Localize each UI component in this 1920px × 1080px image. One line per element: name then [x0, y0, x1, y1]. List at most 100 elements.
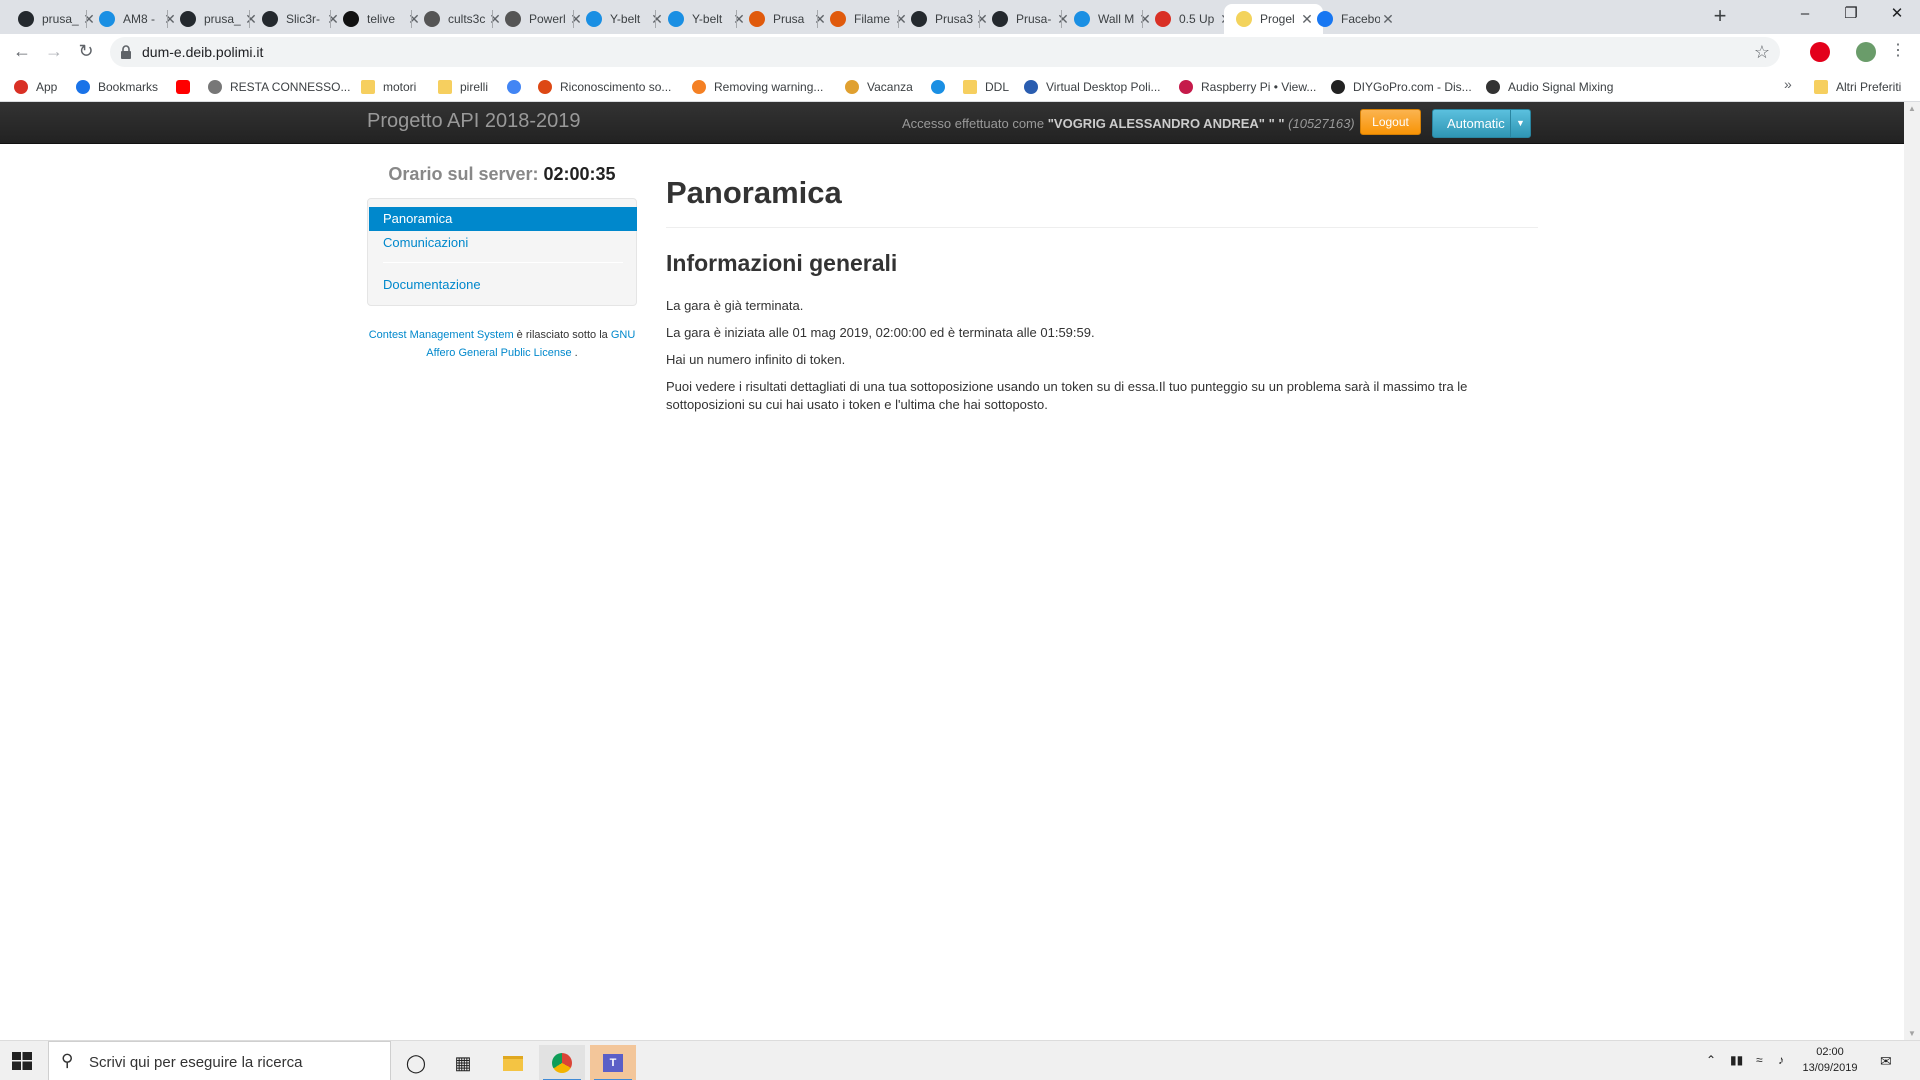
scroll-down-icon[interactable]: ▼: [1908, 1029, 1916, 1038]
tab-separator: [249, 10, 250, 28]
reload-icon[interactable]: ↻: [74, 40, 98, 64]
bookmark-label: App: [36, 80, 58, 94]
prusa-icon: [749, 11, 765, 27]
url-text: dum-e.deib.polimi.it: [142, 44, 264, 60]
folder-icon: [1814, 80, 1828, 94]
close-tab-icon[interactable]: ✕: [1380, 11, 1396, 28]
bookmark-item[interactable]: Audio Signal Mixing: [1486, 78, 1613, 96]
raspberry-icon: [1179, 80, 1193, 94]
bookmark-label: Vacanza: [867, 80, 913, 94]
bookmark-item[interactable]: Bookmarks: [76, 78, 158, 96]
github-icon: [180, 11, 196, 27]
github-icon: [911, 11, 927, 27]
bookmark-item[interactable]: Riconoscimento so...: [538, 78, 671, 96]
tab-title: 0.5 Up: [1179, 12, 1215, 26]
chrome-taskbar-icon[interactable]: [539, 1045, 585, 1080]
back-arrow-icon[interactable]: ←: [10, 40, 34, 64]
cms-brand[interactable]: Progetto API 2018-2019: [367, 110, 581, 133]
battery-icon[interactable]: ▮▮: [1730, 1053, 1743, 1067]
login-info: Accesso effettuato come "VOGRIG ALESSAND…: [902, 116, 1355, 131]
tab-title: Filame: [854, 12, 891, 26]
tab-title: Powerl: [529, 12, 566, 26]
file-explorer-icon[interactable]: [490, 1045, 536, 1080]
bookmark-item[interactable]: Raspberry Pi • View...: [1179, 78, 1316, 96]
forward-arrow-icon[interactable]: →: [42, 40, 66, 64]
sidebar-item-communications[interactable]: Comunicazioni: [369, 231, 637, 255]
tab-title: Facebo: [1341, 12, 1380, 26]
tab-separator: [1061, 10, 1062, 28]
bookmark-item[interactable]: motori: [361, 78, 416, 96]
bookmark-label: Riconoscimento so...: [560, 80, 672, 94]
tab-title: Y-belt: [692, 12, 723, 26]
restore-button[interactable]: ❐: [1828, 0, 1874, 30]
bookmark-item[interactable]: DIYGoPro.com - Dis...: [1331, 78, 1472, 96]
caret-down-icon[interactable]: ▼: [1510, 110, 1530, 137]
bookmark-item[interactable]: DDL: [963, 78, 1009, 96]
bookmark-item[interactable]: Virtual Desktop Poli...: [1024, 78, 1161, 96]
minimize-button[interactable]: –: [1782, 0, 1828, 30]
bookmark-item[interactable]: [176, 78, 198, 96]
tab-title: Prusa-: [1016, 12, 1052, 26]
thingiverse-icon: [1074, 11, 1090, 27]
windows-start-icon[interactable]: [12, 1052, 32, 1070]
browser-tab-strip: + – ❐ ✕ prusa_ ✕ AM8 - ✕ prusa_ ✕ Slic3r- ✕ teli…: [0, 0, 1920, 34]
volume-icon[interactable]: ♪: [1778, 1053, 1784, 1067]
folder-icon: [361, 80, 375, 94]
sidebar-nav: Panoramica Comunicazioni Documentazione: [367, 198, 637, 306]
address-bar[interactable]: dum-e.deib.polimi.it ☆: [110, 37, 1780, 67]
thingiverse-icon: [668, 11, 684, 27]
tray-chevron-up-icon[interactable]: ⌃: [1706, 1053, 1716, 1067]
bookmark-other[interactable]: Altri Preferiti: [1814, 78, 1901, 96]
new-tab-button[interactable]: +: [1706, 5, 1734, 29]
browser-tab[interactable]: Facebo ✕: [1305, 4, 1404, 34]
search-placeholder: Scrivi qui per eseguire la ricerca: [89, 1054, 303, 1071]
thingiverse-icon: [931, 80, 945, 94]
sidebar-item-overview[interactable]: Panoramica: [369, 207, 637, 231]
tab-title: Y-belt: [610, 12, 641, 26]
youtube-icon: [176, 80, 190, 94]
scroll-up-icon[interactable]: ▲: [1908, 104, 1916, 113]
bookmark-label: Audio Signal Mixing: [1508, 80, 1614, 94]
close-window-button[interactable]: ✕: [1874, 0, 1920, 30]
bookmark-item[interactable]: Removing warning...: [692, 78, 823, 96]
page-title: Panoramica: [666, 175, 842, 210]
browser-toolbar: ← → ↻ dum-e.deib.polimi.it ☆ ⋮: [0, 34, 1920, 70]
tab-separator: [86, 10, 87, 28]
bookmark-item[interactable]: RESTA CONNESSO...: [208, 78, 350, 96]
cortana-circle-icon[interactable]: ◯: [393, 1045, 439, 1080]
bookmark-item[interactable]: Vacanza: [845, 78, 913, 96]
tab-title: prusa_: [42, 12, 79, 26]
github-icon: [262, 11, 278, 27]
opera-extension-icon[interactable]: [1810, 42, 1830, 62]
page-scrollbar[interactable]: ▲ ▼: [1904, 102, 1920, 1040]
bookmark-star-icon[interactable]: ☆: [1754, 42, 1770, 63]
logout-button[interactable]: Logout: [1360, 109, 1421, 135]
more-bookmarks-chevron-icon[interactable]: »: [1784, 76, 1792, 92]
user-id: (10527163): [1288, 116, 1355, 131]
taskbar-search-box[interactable]: ⚲ Scrivi qui per eseguire la ricerca: [48, 1041, 391, 1080]
user-name: "VOGRIG ALESSANDRO ANDREA" " ": [1047, 116, 1285, 131]
menu-kebab-icon[interactable]: ⋮: [1886, 40, 1910, 64]
bookmark-item[interactable]: pirelli: [438, 78, 488, 96]
loading-icon: [1236, 11, 1252, 27]
task-view-icon[interactable]: ▦: [440, 1045, 486, 1080]
tab-separator: [411, 10, 412, 28]
taskbar-clock[interactable]: 02:00 13/09/2019: [1792, 1044, 1868, 1076]
wifi-icon[interactable]: ≈: [1756, 1053, 1763, 1067]
language-dropdown-button[interactable]: Automatic ▼: [1432, 109, 1531, 138]
bookmark-item[interactable]: [507, 78, 529, 96]
tab-separator: [655, 10, 656, 28]
cms-link[interactable]: Contest Management System: [369, 329, 514, 341]
notifications-icon[interactable]: ✉: [1880, 1053, 1892, 1070]
globe-icon: [424, 11, 440, 27]
sun-icon: [845, 80, 859, 94]
teams-taskbar-icon[interactable]: T: [590, 1045, 636, 1080]
bookmark-label: Virtual Desktop Poli...: [1046, 80, 1161, 94]
bookmark-item[interactable]: App: [14, 78, 57, 96]
rtl-icon: [343, 11, 359, 27]
section-title: Informazioni generali: [666, 250, 898, 276]
profile-avatar[interactable]: [1856, 42, 1876, 62]
bookmark-item[interactable]: [931, 78, 953, 96]
tab-separator: [817, 10, 818, 28]
sidebar-item-documentation[interactable]: Documentazione: [369, 273, 637, 297]
